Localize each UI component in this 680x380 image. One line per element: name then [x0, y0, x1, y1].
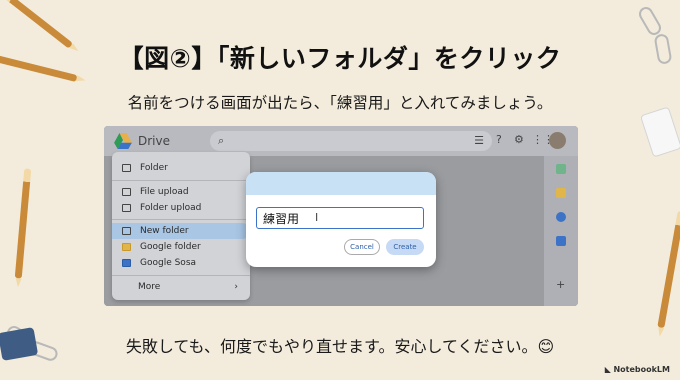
right-sidebar: + — [544, 156, 578, 306]
folder-name-input[interactable] — [257, 208, 423, 229]
avatar[interactable] — [549, 132, 566, 149]
tune-icon[interactable]: ☰ — [474, 134, 484, 147]
search-icon: ⌕ — [218, 134, 225, 147]
docs-icon — [122, 259, 131, 267]
menu-item-label: Google folder — [140, 242, 201, 252]
tasks-icon[interactable] — [556, 212, 566, 222]
dialog-header — [246, 172, 436, 195]
menu-item-folder[interactable]: Folder — [112, 160, 250, 176]
menu-item-label: Folder upload — [140, 203, 202, 213]
slide-footer: 失敗しても、何度でもやり直せます。安心してください。😊 — [125, 337, 555, 356]
paperclip-decoration — [636, 4, 664, 38]
menu-divider — [112, 275, 250, 276]
menu-item-label: More — [138, 282, 161, 292]
menu-divider — [112, 180, 250, 181]
menu-item-google-folder[interactable]: Google folder — [112, 239, 250, 255]
menu-item-label: New folder — [140, 226, 189, 236]
chevron-right-icon: › — [234, 282, 238, 292]
help-icon[interactable]: ? — [496, 133, 502, 146]
search-bar[interactable]: ⌕ ☰ — [210, 131, 492, 151]
menu-item-google-sosa[interactable]: Google Sosa — [112, 255, 250, 271]
folder-icon — [122, 164, 131, 172]
contacts-icon[interactable] — [556, 236, 566, 246]
file-upload-icon — [122, 188, 131, 196]
menu-divider — [112, 219, 250, 220]
folder-upload-icon — [122, 204, 131, 212]
drive-screenshot: Drive ⌕ ☰ ? ⚙ ⋮⋮ + Folder File upload Fo… — [104, 126, 578, 306]
create-button[interactable]: Create — [386, 239, 424, 255]
cancel-button[interactable]: Cancel — [344, 239, 380, 255]
folder-icon — [122, 227, 131, 235]
menu-item-folder-upload[interactable]: Folder upload — [112, 200, 250, 216]
menu-item-label: Google Sosa — [140, 258, 197, 268]
brand-label: ◣ NotebookLM — [604, 365, 670, 374]
new-menu: Folder File upload Folder upload New fol… — [112, 152, 250, 300]
folder-name-field[interactable]: I — [256, 207, 424, 229]
slide-subtitle: 名前をつける画面が出たら、「練習用」と入れてみましょう。 — [127, 94, 553, 112]
menu-item-label: Folder — [140, 163, 168, 173]
calendar-icon[interactable] — [556, 164, 566, 174]
eraser-decoration — [639, 106, 680, 158]
new-folder-dialog: I Cancel Create — [246, 172, 436, 267]
drive-app-name: Drive — [138, 134, 170, 148]
menu-item-file-upload[interactable]: File upload — [112, 184, 250, 200]
brand-name: NotebookLM — [613, 365, 670, 374]
drive-logo-icon — [114, 133, 132, 149]
settings-icon[interactable]: ⚙ — [514, 133, 524, 146]
pencil-decoration — [14, 168, 32, 279]
add-addon-icon[interactable]: + — [556, 279, 566, 290]
pencil-decoration — [657, 210, 680, 329]
slide-headline: 【図②】「新しいフォルダ」をクリック — [118, 44, 562, 73]
google-folder-icon — [122, 243, 131, 251]
menu-item-more[interactable]: More › — [112, 279, 250, 295]
text-cursor-icon: I — [315, 211, 319, 224]
menu-item-new-folder[interactable]: New folder — [112, 223, 250, 239]
menu-item-label: File upload — [140, 187, 189, 197]
keep-icon[interactable] — [556, 188, 566, 198]
